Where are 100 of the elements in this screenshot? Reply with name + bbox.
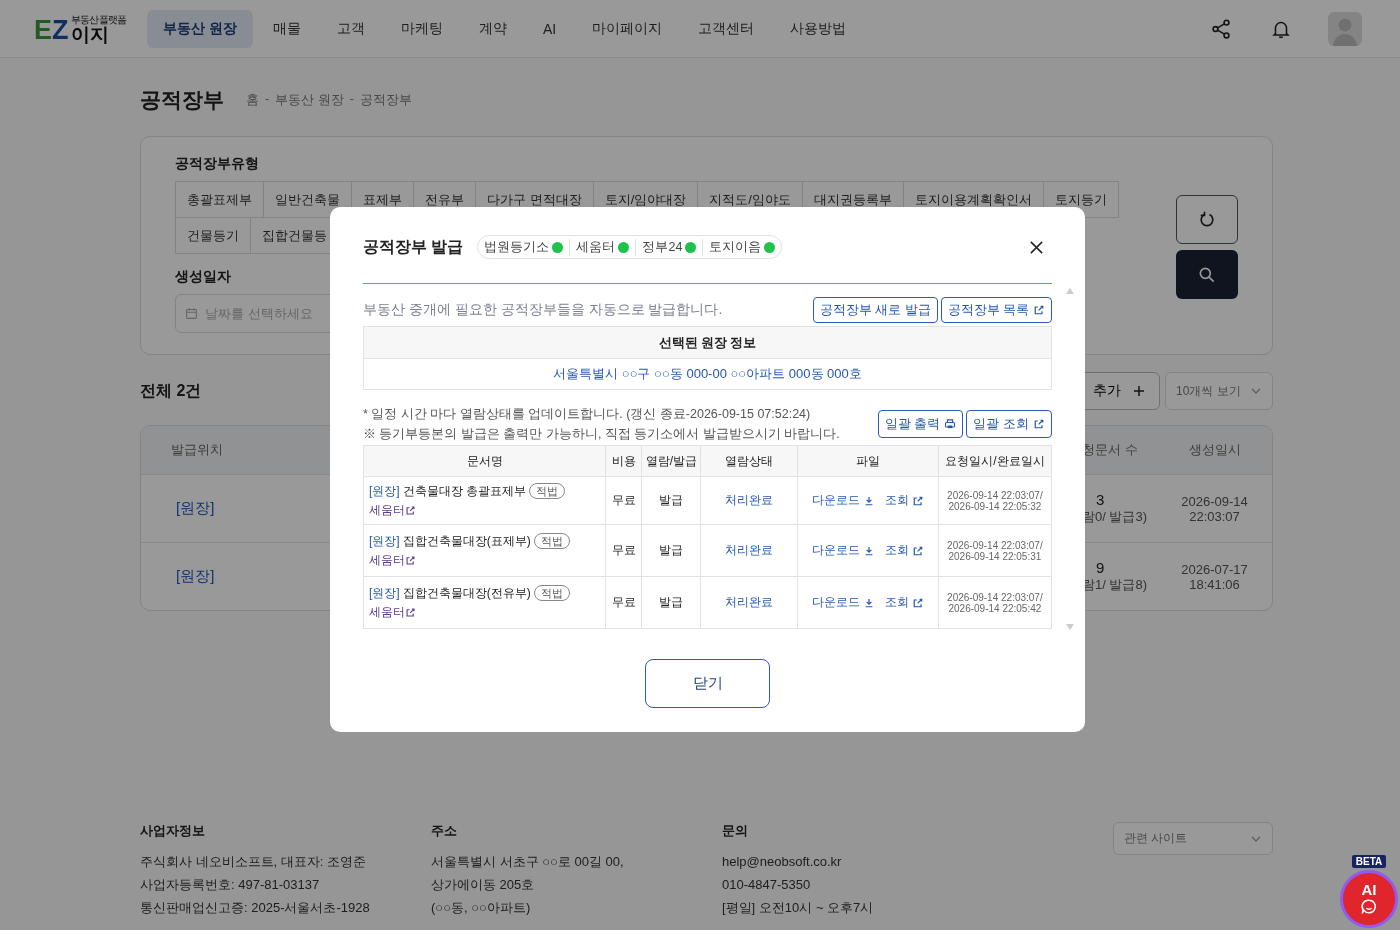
ledger-link[interactable]: [원장] [176,567,215,584]
share-icon[interactable] [1210,17,1232,40]
ai-label: AI [1361,882,1377,898]
status-link[interactable]: 처리완료 [725,595,774,609]
ledger-link[interactable]: [원장] [176,499,215,516]
nav-menu-item[interactable]: 마이페이지 [576,9,679,48]
filter-label: 생성일자 [175,268,232,286]
search-button[interactable] [1176,250,1238,299]
close-button[interactable]: 닫기 [645,659,770,708]
ledger-tag[interactable]: [원장] [369,585,400,600]
external-link-icon[interactable] [405,504,416,516]
footer-text: 통신판매업신고증: 2025-서울서초-1928 [140,899,371,917]
view-link[interactable]: 조회 [884,594,924,611]
nav-menu-item[interactable]: 마케팅 [384,9,459,48]
footer-heading: 사업자정보 [140,822,206,840]
scroll-down-icon [1066,624,1074,630]
column-header: 파일 [797,445,939,477]
document-type-tab[interactable]: 건물등기 [175,217,251,254]
ai-chat-button[interactable]: AI [1340,870,1398,928]
external-link-icon [911,494,924,507]
select-value: 10개씩 보기 [1176,382,1241,400]
select-value: 관련 사이트 [1124,830,1188,847]
breadcrumb-separator: - [349,91,354,108]
table-cell: 무료 [605,476,642,525]
document-name: 건축물대장 총괄표제부 [402,483,526,498]
document-type-tab[interactable]: 총괄표제부 [175,181,264,218]
status-link[interactable]: 처리완료 [725,493,774,507]
source-link[interactable]: 세움터 [369,604,405,619]
breadcrumb-item[interactable]: 공적장부 [359,91,412,109]
nav-menu-item[interactable]: 계약 [462,9,523,48]
table-cell: 발급 [641,524,701,577]
column-header: 청문서 수 [1082,441,1139,459]
table-cell: 발급 [641,576,701,629]
view-link[interactable]: 조회 [884,492,924,509]
document-name: 집합건축물대장(전유부) [402,585,531,600]
chat-bubble-icon [1360,898,1378,916]
page-size-select[interactable]: 10개씩 보기 [1165,372,1273,410]
ledger-tag[interactable]: [원장] [369,533,400,548]
calendar-icon [185,307,198,320]
scroll-up-icon [1066,288,1074,294]
table-cell: 2026-07-17 [1181,561,1248,577]
outline-button[interactable]: 공적장부 목록 [940,297,1052,323]
nav-menu-item[interactable]: AI [526,9,573,48]
service-name: 법원등기소 [484,238,550,256]
table-cell: 18:41:06 [1189,576,1240,592]
external-link-icon [911,596,924,609]
beta-badge: BETA [1351,855,1387,868]
logo-name[interactable]: 이지 [70,24,127,44]
breadcrumb-item[interactable]: 홈 [246,91,259,109]
outline-button[interactable]: 일괄 조회 [966,410,1052,438]
view-link[interactable]: 조회 [884,542,924,559]
related-sites-select[interactable]: 관련 사이트 [1113,822,1273,855]
download-link[interactable]: 다운로드 [811,492,875,509]
external-link-icon[interactable] [405,606,416,618]
table-cell: 발급 [641,476,701,525]
nav-menu-item[interactable]: 고객 [320,9,381,48]
footer-text: [평일] 오전10시 ~ 오후7시 [722,899,875,917]
status-link[interactable]: 처리완료 [725,543,774,557]
footer-text: help@neobsoft.co.kr [722,853,843,871]
download-link[interactable]: 다운로드 [811,594,875,611]
breadcrumb-item[interactable]: 부동산 원장 [275,91,344,109]
footer-heading: 주소 [431,822,458,840]
download-link[interactable]: 다운로드 [811,542,875,559]
table-cell: 2026-09-14 22:03:07/ 2026-09-14 22:05:42 [938,576,1052,629]
filter-label: 공적장부유형 [175,155,260,173]
nav-menu-item[interactable]: 부동산 원장 [147,9,253,48]
table-cell: 2026-09-14 22:03:07/ 2026-09-14 22:05:32 [938,476,1052,525]
table-cell: 2026-09-14 [1181,493,1248,509]
column-header: 생성일시 [1187,441,1242,459]
document-name: 집합건축물대장(표제부) [402,533,531,548]
external-link-icon[interactable] [405,554,416,566]
nav-menu-item[interactable]: 사용방법 [774,9,863,48]
column-header: 비용 [605,445,642,477]
footer-text: 서울특별시 서초구 ○○로 00길 00, [431,853,625,871]
source-link[interactable]: 세움터 [369,502,405,517]
column-header: 발급위치 [170,441,224,459]
nav-menu-item[interactable]: 고객센터 [682,9,771,48]
footer-text: 010-4847-5350 [722,876,812,894]
source-link[interactable]: 세움터 [369,552,405,567]
logo-tagline: 부동산 플랫폼 [70,13,127,25]
table-cell-text: 3 [1095,491,1105,508]
breadcrumb-separator: - [265,91,270,108]
footer-text: 사업자등록번호: 497-81-03137 [140,876,321,894]
footer-text: (○○동, ○○아파트) [431,899,532,917]
printer-icon [944,418,957,430]
service-name: 정부24 [642,238,683,256]
ledger-tag[interactable]: [원장] [369,483,400,498]
close-icon[interactable] [1029,239,1044,255]
outline-button[interactable]: 일괄 출력 [877,410,964,438]
total-count: 전체 2건 [140,380,203,401]
reset-button[interactable] [1176,195,1238,244]
table-cell: 무료 [605,576,642,629]
note-text: ※ 등기부등본의 발급은 출력만 가능하니, 직접 등기소에서 발급받으시기 바랍니다. [363,426,840,443]
external-link-icon [911,544,924,557]
nav-menu-item[interactable]: 매물 [256,9,317,48]
footer-text: 주식회사 네오비소프트, 대표자: 조영준 [140,853,368,871]
table-cell: 무료 [605,524,642,577]
outline-button[interactable]: 공적장부 새로 발급 [812,297,938,323]
external-link-icon [1033,418,1045,430]
address-text: 서울특별시 ○○구 ○○동 000-00 ○○아파트 000동 000호 [552,365,863,383]
